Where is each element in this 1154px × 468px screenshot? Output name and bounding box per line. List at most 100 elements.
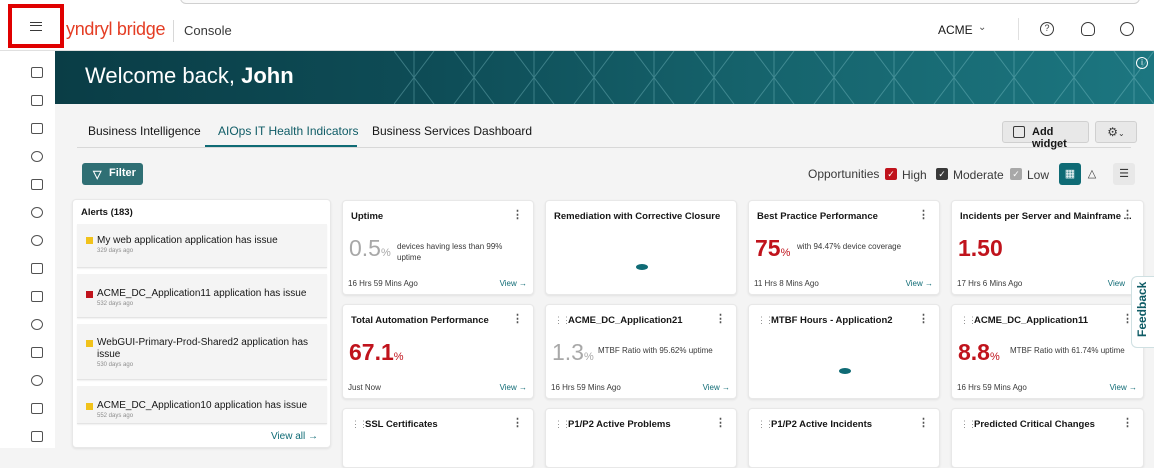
chart-view-toggle[interactable]: △ <box>1081 163 1103 185</box>
metric-value: 67.1% <box>349 339 404 366</box>
metric-value: 0.5% <box>349 235 391 262</box>
app11-card: ⋮⋮ ACME_DC_Application11 ⋮ 8.8% MTBF Rat… <box>951 304 1144 399</box>
overflow-menu-icon[interactable]: ⋮ <box>918 416 929 429</box>
home-icon[interactable] <box>31 67 43 78</box>
view-link[interactable]: View → <box>703 383 730 392</box>
low-checkbox[interactable]: ✓ Low <box>1010 168 1049 182</box>
section-label: Console <box>184 23 232 38</box>
overflow-menu-icon[interactable]: ⋮ <box>1122 208 1133 221</box>
user-icon[interactable] <box>1120 22 1134 36</box>
tab-business-services[interactable]: Business Services Dashboard <box>372 124 532 138</box>
metric-value: 75% <box>755 235 790 262</box>
document-icon[interactable] <box>31 347 43 358</box>
user-name: John <box>241 63 294 88</box>
banner-pattern <box>394 51 1154 104</box>
list-view-toggle[interactable]: ☰ <box>1113 163 1135 185</box>
opportunities-label: Opportunities <box>808 167 880 181</box>
p1p2-problems-card: ⋮⋮ P1/P2 Active Problems ⋮ <box>545 408 737 468</box>
add-widget-label: Add widget <box>1032 126 1067 150</box>
tab-aiops-health[interactable]: AIOps IT Health Indicators <box>218 124 359 138</box>
view-all-link[interactable]: View all → <box>271 431 318 442</box>
card-title: ACME_DC_Application11 <box>974 315 1089 326</box>
chevron-down-icon[interactable]: ⌄ <box>978 22 986 33</box>
alert-item[interactable]: My web application application has issue… <box>77 224 327 268</box>
apps-icon[interactable] <box>31 179 43 190</box>
tab-business-intelligence[interactable]: Business Intelligence <box>88 124 201 138</box>
loading-spinner <box>636 264 648 270</box>
feedback-tab[interactable]: Feedback <box>1131 276 1154 348</box>
view-link[interactable]: View → <box>906 279 933 288</box>
dashboard-content: Business Intelligence AIOps IT Health In… <box>55 104 1154 468</box>
alert-item[interactable]: ACME_DC_Application11 application has is… <box>77 274 327 318</box>
checkbox-icon: ✓ <box>936 168 948 180</box>
overflow-menu-icon[interactable]: ⋮ <box>715 416 726 429</box>
remediation-card: Remediation with Corrective Closure <box>545 200 737 295</box>
grid-view-toggle[interactable]: ▦ <box>1059 163 1081 185</box>
overflow-menu-icon[interactable]: ⋮ <box>512 312 523 325</box>
filter-button[interactable]: ▽ Filter <box>82 163 143 185</box>
overflow-menu-icon[interactable]: ⋮ <box>512 416 523 429</box>
metric-value: 1.3% <box>552 339 594 366</box>
card-title: Remediation with Corrective Closure <box>554 211 721 222</box>
view-link[interactable]: View → <box>1110 383 1137 392</box>
calendar-icon[interactable] <box>31 263 43 274</box>
overflow-menu-icon[interactable]: ⋮ <box>1122 416 1133 429</box>
help-icon[interactable]: ? <box>1040 22 1054 36</box>
overflow-menu-icon[interactable]: ⋮ <box>512 208 523 221</box>
bell-icon[interactable] <box>31 319 43 330</box>
metric-unit: % <box>780 247 791 259</box>
overflow-menu-icon[interactable]: ⋮ <box>918 312 929 325</box>
welcome-title: Welcome back, John <box>85 63 294 89</box>
overflow-menu-icon[interactable]: ⋮ <box>715 312 726 325</box>
overflow-menu-icon[interactable]: ⋮ <box>918 208 929 221</box>
metric-unit: % <box>393 351 404 363</box>
filter-label: Filter <box>109 167 136 179</box>
metric-number: 0.5 <box>349 235 381 261</box>
welcome-greeting: Welcome back, <box>85 63 235 88</box>
alert-item[interactable]: ACME_DC_Application10 application has is… <box>77 386 327 424</box>
low-label: Low <box>1027 168 1050 182</box>
updated-time: 11 Hrs 8 Mins Ago <box>754 279 819 288</box>
metric-number: 1.3 <box>552 339 584 365</box>
archive-icon[interactable] <box>31 431 43 442</box>
chat-icon[interactable] <box>31 291 43 302</box>
app21-card: ⋮⋮ ACME_DC_Application21 ⋮ 1.3% MTBF Rat… <box>545 304 737 399</box>
add-widget-button[interactable]: Add widget <box>1002 121 1089 150</box>
card-title: P1/P2 Active Incidents <box>771 419 873 430</box>
card-title: SSL Certificates <box>365 419 438 430</box>
card-title: MTBF Hours - Application2 <box>771 315 893 326</box>
alert-age: 329 days ago <box>97 248 134 254</box>
incidents-server-card: Incidents per Server and Mainframe ... ⋮… <box>951 200 1144 295</box>
dashboard-icon[interactable] <box>31 95 43 106</box>
view-link[interactable]: View <box>1108 279 1125 288</box>
explore-icon[interactable] <box>31 375 43 386</box>
view-link[interactable]: View → <box>500 383 527 392</box>
updated-time: 16 Hrs 59 Mins Ago <box>348 279 418 288</box>
health-icon[interactable] <box>31 151 43 162</box>
chart-icon: △ <box>1087 168 1097 180</box>
p1p2-incidents-card: ⋮⋮ P1/P2 Active Incidents ⋮ <box>748 408 940 468</box>
view-link[interactable]: View → <box>500 279 527 288</box>
alert-item[interactable]: WebGUI-Primary-Prod-Shared2 application … <box>77 324 327 380</box>
high-checkbox[interactable]: ✓ High <box>885 168 927 182</box>
security-icon[interactable] <box>31 235 43 246</box>
list-icon: ☰ <box>1119 168 1129 180</box>
launch-icon[interactable] <box>31 123 43 134</box>
card-title: Uptime <box>351 211 384 222</box>
alert-age: 532 days ago <box>97 301 134 307</box>
moderate-checkbox[interactable]: ✓ Moderate <box>936 168 1004 182</box>
menu-button[interactable] <box>8 4 64 48</box>
settings-button[interactable]: ⚙⌄ <box>1095 121 1137 143</box>
browser-address-strip <box>180 0 1140 4</box>
welcome-banner: Welcome back, John i <box>55 51 1154 104</box>
card-title: Predicted Critical Changes <box>974 419 1095 430</box>
updated-time: 16 Hrs 59 Mins Ago <box>551 383 621 392</box>
alert-text: ACME_DC_Application10 application has is… <box>97 400 308 411</box>
info-icon[interactable]: i <box>1136 57 1148 69</box>
feedback-label: Feedback <box>1135 281 1149 337</box>
notification-icon[interactable] <box>1081 22 1095 36</box>
weather-icon[interactable] <box>31 207 43 218</box>
alert-age: 552 days ago <box>97 413 134 419</box>
building-icon[interactable] <box>31 403 43 414</box>
tenant-selector[interactable]: ACME <box>938 23 973 37</box>
